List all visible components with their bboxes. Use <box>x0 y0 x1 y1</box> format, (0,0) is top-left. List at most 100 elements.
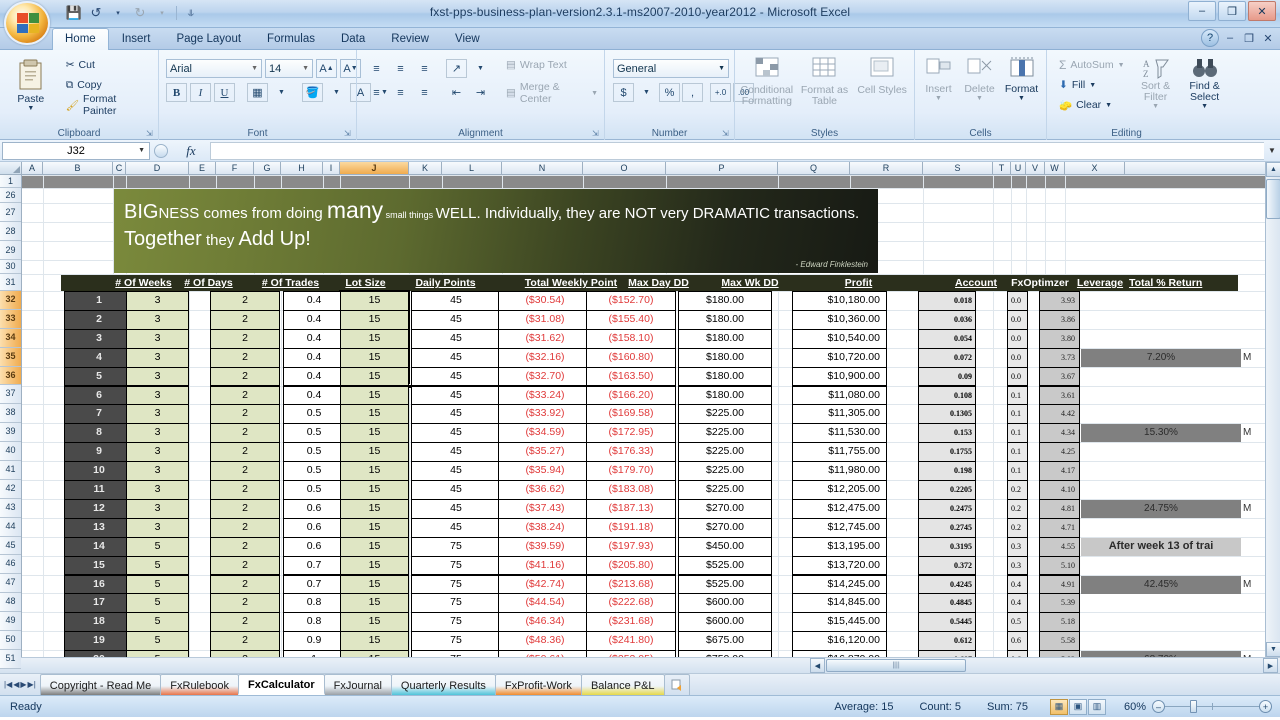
table-cell-account[interactable]: $12,205.00 <box>792 480 887 500</box>
comma-format-button[interactable]: , <box>682 83 703 102</box>
table-cell-daily[interactable]: 15 <box>340 612 409 633</box>
table-cell-lev[interactable]: 0.6 <box>1007 650 1028 657</box>
insert-function-icon[interactable]: fx <box>172 143 210 159</box>
table-cell-account[interactable]: $10,180.00 <box>792 291 887 311</box>
column-header-S[interactable]: S <box>923 162 993 174</box>
table-cell-maxday[interactable]: ($33.24) <box>498 385 592 406</box>
table-cell-weekly[interactable]: 45 <box>411 498 501 519</box>
table-cell-daily[interactable]: 15 <box>340 574 409 595</box>
view-page-break-button[interactable]: ▥ <box>1088 698 1106 715</box>
row-header-38[interactable]: 38 <box>0 404 21 424</box>
table-cell-ret[interactable]: 4.91 <box>1039 574 1080 595</box>
column-header-H[interactable]: H <box>281 162 323 174</box>
table-cell-profit[interactable]: $180.00 <box>678 309 772 330</box>
table-cell-ret[interactable]: 4.17 <box>1039 461 1080 481</box>
align-right-icon[interactable]: ≡ <box>414 83 435 102</box>
format-as-table-button[interactable]: Format as Table <box>796 57 852 107</box>
table-cell-opt[interactable]: 0.5445 <box>918 612 976 633</box>
table-cell-trades[interactable]: 2 <box>210 366 280 387</box>
table-cell-trades[interactable]: 2 <box>210 593 280 614</box>
minimize-ribbon-icon[interactable]: – <box>1222 30 1238 46</box>
table-cell-lot[interactable]: 0.8 <box>283 612 345 633</box>
table-cell-lev[interactable]: 0.1 <box>1007 461 1028 481</box>
autosum-dropdown-icon[interactable]: ▼ <box>1118 62 1125 69</box>
borders-button[interactable]: ▦ <box>247 83 268 102</box>
table-cell-profit[interactable]: $270.00 <box>678 498 772 519</box>
table-cell-profit[interactable]: $225.00 <box>678 461 772 481</box>
paste-button[interactable]: Paste ▼ <box>3 59 59 112</box>
table-cell-weekly[interactable]: 45 <box>411 309 501 330</box>
table-cell-trades[interactable]: 2 <box>210 461 280 481</box>
column-header-C[interactable]: C <box>113 162 126 174</box>
tab-data[interactable]: Data <box>328 28 378 50</box>
row-header-39[interactable]: 39 <box>0 423 21 443</box>
delete-cells-button[interactable]: Delete ▼ <box>959 57 1000 102</box>
table-cell-trades[interactable]: 2 <box>210 309 280 330</box>
table-cell-daily[interactable]: 15 <box>340 404 409 425</box>
currency-format-button[interactable]: $ <box>613 83 634 102</box>
table-cell-opt[interactable]: 0.108 <box>918 385 976 406</box>
table-cell-week[interactable]: 17 <box>64 593 134 614</box>
scroll-left-button[interactable]: ◀ <box>810 658 825 673</box>
borders-dropdown-icon[interactable]: ▼ <box>271 83 292 102</box>
table-cell-account[interactable]: $11,755.00 <box>792 442 887 463</box>
table-cell-trades[interactable]: 2 <box>210 328 280 349</box>
fill-dropdown-icon[interactable]: ▼ <box>1089 82 1096 89</box>
table-cell-lev[interactable]: 0.2 <box>1007 517 1028 538</box>
row-header-34[interactable]: 34 <box>0 328 21 348</box>
row-header-1[interactable]: 1 <box>0 175 21 188</box>
table-cell-days[interactable]: 3 <box>126 498 189 519</box>
table-cell-maxday[interactable]: ($30.54) <box>498 291 592 311</box>
table-cell-weekly[interactable]: 75 <box>411 555 501 576</box>
table-cell-lev[interactable]: 0.3 <box>1007 536 1028 557</box>
table-cell-weekly[interactable]: 45 <box>411 291 501 311</box>
table-cell-weekly[interactable]: 75 <box>411 536 501 557</box>
table-cell-opt[interactable]: 0.198 <box>918 461 976 481</box>
table-cell-profit[interactable]: $600.00 <box>678 612 772 633</box>
paste-dropdown-icon[interactable]: ▼ <box>27 105 34 112</box>
sheet-tab-fxjournal[interactable]: FxJournal <box>323 674 392 695</box>
table-cell-ret[interactable]: 4.55 <box>1039 536 1080 557</box>
table-cell-daily[interactable]: 15 <box>340 423 409 444</box>
number-format-combo[interactable]: General ▼ <box>613 59 729 78</box>
insert-dropdown-icon[interactable]: ▼ <box>935 95 942 102</box>
table-cell-profit[interactable]: $270.00 <box>678 517 772 538</box>
table-cell-lev[interactable]: 0.2 <box>1007 480 1028 500</box>
table-cell-maxday[interactable]: ($48.36) <box>498 631 592 652</box>
cell-styles-button[interactable]: Cell Styles <box>854 57 910 96</box>
merge-center-dropdown-icon[interactable]: ▼ <box>591 90 598 97</box>
table-cell-week[interactable]: 14 <box>64 536 134 557</box>
table-cell-lev[interactable]: 0.0 <box>1007 366 1028 387</box>
table-cell-days[interactable]: 5 <box>126 612 189 633</box>
table-cell-maxday[interactable]: ($37.43) <box>498 498 592 519</box>
table-cell-daily[interactable]: 15 <box>340 328 409 349</box>
table-cell-week[interactable]: 5 <box>64 366 134 387</box>
table-cell-days[interactable]: 3 <box>126 517 189 538</box>
clipboard-dialog-launcher-icon[interactable]: ⇲ <box>146 129 156 139</box>
table-cell-maxwk[interactable]: ($155.40) <box>586 309 676 330</box>
table-cell-weekly[interactable]: 45 <box>411 347 501 368</box>
table-cell-profit[interactable]: $600.00 <box>678 593 772 614</box>
table-cell-maxwk[interactable]: ($179.70) <box>586 461 676 481</box>
table-cell-maxwk[interactable]: ($152.70) <box>586 291 676 311</box>
zoom-in-button[interactable]: + <box>1259 700 1272 713</box>
table-cell-ret[interactable]: 4.42 <box>1039 404 1080 425</box>
zoom-slider[interactable]: – + <box>1152 700 1272 713</box>
row-header-31[interactable]: 31 <box>0 274 21 291</box>
table-cell-lot[interactable]: 0.7 <box>283 574 345 595</box>
table-cell-week[interactable]: 1 <box>64 291 134 311</box>
expand-formula-bar-icon[interactable]: ▼ <box>1264 146 1280 155</box>
autosum-button[interactable]: Σ AutoSum ▼ <box>1056 55 1128 75</box>
table-cell-lev[interactable]: 0.4 <box>1007 574 1028 595</box>
table-cell-lev[interactable]: 0.0 <box>1007 328 1028 349</box>
table-cell-maxday[interactable]: ($42.74) <box>498 574 592 595</box>
table-cell-ret[interactable]: 5.58 <box>1039 631 1080 652</box>
table-cell-days[interactable]: 3 <box>126 366 189 387</box>
table-cell-weekly[interactable]: 75 <box>411 631 501 652</box>
table-cell-trades[interactable]: 2 <box>210 536 280 557</box>
table-cell-daily[interactable]: 15 <box>340 309 409 330</box>
table-cell-lev[interactable]: 0.4 <box>1007 593 1028 614</box>
table-cell-week[interactable]: 4 <box>64 347 134 368</box>
view-page-layout-button[interactable]: ▣ <box>1069 698 1087 715</box>
table-cell-weekly[interactable]: 75 <box>411 612 501 633</box>
